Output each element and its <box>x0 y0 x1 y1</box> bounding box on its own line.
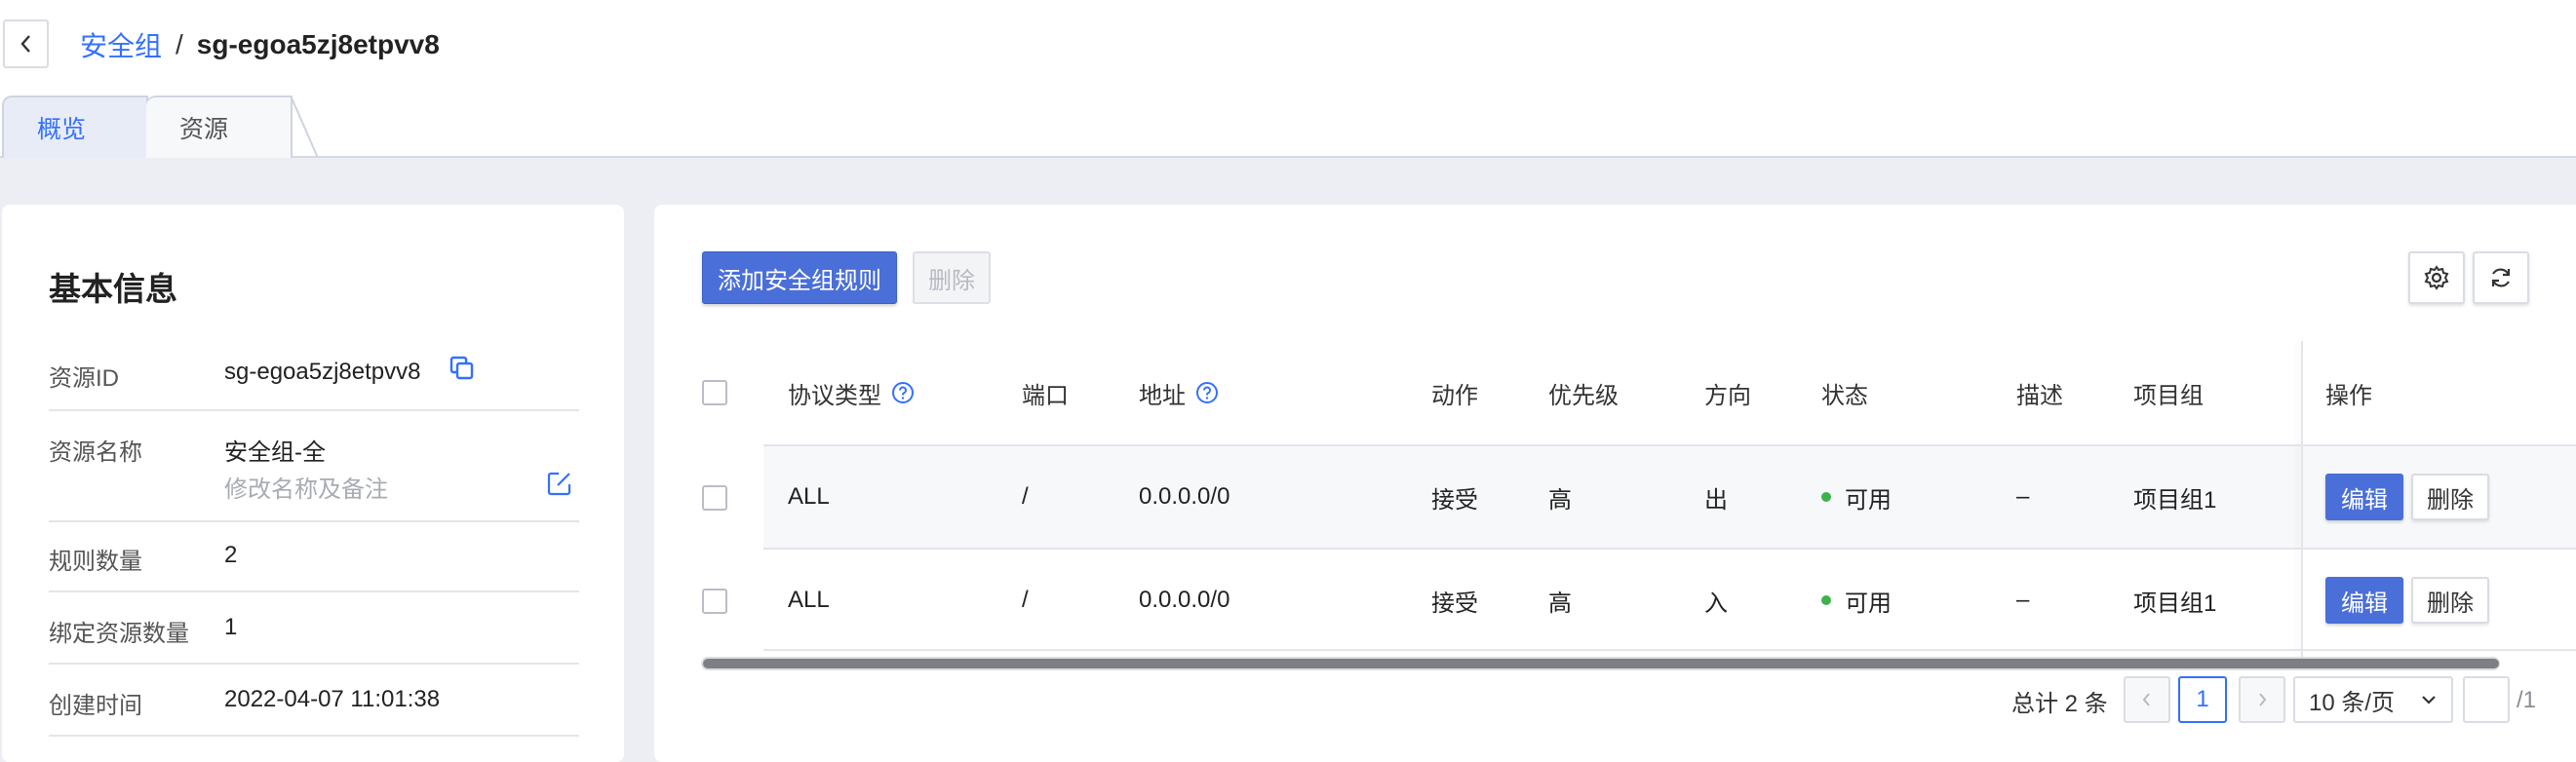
page-total: /1 <box>2517 687 2537 713</box>
content-area: 基本信息 资源ID sg-egoa5zj8etpvv8 资源名称 安全组-全 修… <box>0 158 2576 762</box>
gear-icon <box>2424 265 2449 290</box>
cell-priority: 高 <box>1548 590 1572 617</box>
cell-status: 可用 <box>1821 550 1892 651</box>
resource-name-label: 资源名称 <box>49 439 142 466</box>
breadcrumb-separator: / <box>176 29 183 59</box>
rule-count-value: 2 <box>224 542 238 568</box>
pagination-total: 总计 2 条 <box>2011 690 2108 717</box>
cell-protocol: ALL <box>788 587 830 613</box>
header-project: 项目组 <box>2133 382 2204 409</box>
created-time-label: 创建时间 <box>49 693 142 719</box>
add-rule-button[interactable]: 添加安全组规则 <box>702 251 897 304</box>
header-status: 状态 <box>1821 382 1868 409</box>
cell-project: 项目组1 <box>2133 486 2217 514</box>
page-size-value: 10 条/页 <box>2309 689 2396 716</box>
header-protocol-label: 协议类型 <box>788 382 881 409</box>
row-edit-button[interactable]: 编辑 <box>2325 474 2403 520</box>
cell-action: 接受 <box>1431 486 1478 514</box>
resource-name-value: 安全组-全 <box>224 439 326 466</box>
next-page-button[interactable] <box>2239 676 2285 723</box>
operation-column-divider <box>2301 341 2303 657</box>
header-address-label: 地址 <box>1139 382 1186 409</box>
cell-status-label: 可用 <box>1845 486 1892 514</box>
prev-page-button[interactable] <box>2124 676 2170 723</box>
page-size-select[interactable]: 10 条/页 <box>2293 676 2453 723</box>
batch-delete-button[interactable]: 删除 <box>913 251 991 304</box>
help-icon[interactable] <box>891 381 915 404</box>
info-row-created-time: 创建时间 2022-04-07 11:01:38 <box>49 665 579 737</box>
tab-resource-corner <box>291 95 319 158</box>
resource-name-hint: 修改名称及备注 <box>224 476 388 503</box>
info-row-rule-count: 规则数量 2 <box>49 522 579 592</box>
cell-description: – <box>2016 587 2030 613</box>
cell-project: 项目组1 <box>2133 590 2217 617</box>
header-description: 描述 <box>2016 382 2063 409</box>
resource-id-value: sg-egoa5zj8etpvv8 <box>224 359 421 385</box>
table-row: ALL / 0.0.0.0/0 接受 高 入 可用 – 项目组1 编辑 删除 <box>763 548 2576 651</box>
page-header: 安全组 / sg-egoa5zj8etpvv8 <box>0 0 2576 90</box>
cell-action: 接受 <box>1431 590 1478 617</box>
table-row: ALL / 0.0.0.0/0 接受 高 出 可用 – 项目组1 编辑 删除 <box>763 444 2576 548</box>
rules-card: 添加安全组规则 删除 协议类型 端口 地址 动作 优先级 方向 状态 描述 项目… <box>654 205 2576 762</box>
chevron-right-icon <box>2259 693 2267 706</box>
chevron-left-icon <box>2142 693 2150 706</box>
created-time-value: 2022-04-07 11:01:38 <box>224 686 441 712</box>
horizontal-scrollbar-thumb[interactable] <box>703 659 2499 668</box>
chevron-left-icon <box>20 35 30 53</box>
row-delete-button[interactable]: 删除 <box>2411 474 2489 520</box>
cell-priority: 高 <box>1548 486 1572 514</box>
header-priority: 优先级 <box>1548 382 1619 409</box>
copy-icon[interactable] <box>449 355 476 382</box>
breadcrumb-security-group-link[interactable]: 安全组 <box>80 25 162 64</box>
row-checkbox[interactable] <box>702 589 727 614</box>
back-button[interactable] <box>3 19 49 68</box>
cell-description: – <box>2016 483 2030 510</box>
resource-id-label: 资源ID <box>49 365 119 392</box>
bound-count-value: 1 <box>224 614 238 640</box>
cell-protocol: ALL <box>788 483 830 510</box>
breadcrumb-current: sg-egoa5zj8etpvv8 <box>196 29 440 59</box>
header-port: 端口 <box>1022 382 1069 409</box>
select-all-checkbox[interactable] <box>702 380 727 405</box>
info-row-resource-name: 资源名称 安全组-全 修改名称及备注 <box>49 411 579 522</box>
cell-port: / <box>1022 483 1029 510</box>
status-dot-icon <box>1821 492 1831 502</box>
page-number-current[interactable]: 1 <box>2178 676 2227 723</box>
chevron-down-icon <box>2422 696 2436 705</box>
header-protocol: 协议类型 <box>788 341 915 444</box>
tab-resource[interactable]: 资源 <box>146 95 293 158</box>
row-edit-button[interactable]: 编辑 <box>2325 577 2403 624</box>
cell-direction: 出 <box>1704 486 1728 514</box>
cell-status: 可用 <box>1821 446 1892 548</box>
header-operation: 操作 <box>2325 382 2372 409</box>
cell-direction: 入 <box>1704 590 1728 617</box>
cell-port: / <box>1022 587 1029 613</box>
refresh-button[interactable] <box>2473 251 2529 304</box>
settings-button[interactable] <box>2408 251 2465 304</box>
refresh-icon <box>2491 268 2511 287</box>
basic-info-title: 基本信息 <box>49 271 177 307</box>
cell-status-label: 可用 <box>1845 590 1892 617</box>
rule-count-label: 规则数量 <box>49 549 142 575</box>
header-direction: 方向 <box>1704 382 1751 409</box>
cell-address: 0.0.0.0/0 <box>1139 483 1230 510</box>
header-address: 地址 <box>1139 341 1219 444</box>
tab-bar: 概览 资源 <box>0 95 2576 158</box>
edit-icon[interactable] <box>546 470 573 497</box>
bound-count-label: 绑定资源数量 <box>49 621 189 647</box>
row-checkbox[interactable] <box>702 485 727 511</box>
status-dot-icon <box>1821 595 1831 605</box>
help-icon[interactable] <box>1195 381 1219 404</box>
breadcrumb: 安全组 / sg-egoa5zj8etpvv8 <box>80 25 440 64</box>
header-action: 动作 <box>1431 382 1478 409</box>
basic-info-card: 基本信息 资源ID sg-egoa5zj8etpvv8 资源名称 安全组-全 修… <box>2 205 624 762</box>
row-delete-button[interactable]: 删除 <box>2411 577 2489 624</box>
page-jump-input[interactable] <box>2463 676 2510 723</box>
info-row-resource-id: 资源ID sg-egoa5zj8etpvv8 <box>49 341 579 411</box>
info-row-bound-count: 绑定资源数量 1 <box>49 592 579 665</box>
cell-address: 0.0.0.0/0 <box>1139 587 1230 613</box>
tab-overview[interactable]: 概览 <box>2 95 148 158</box>
